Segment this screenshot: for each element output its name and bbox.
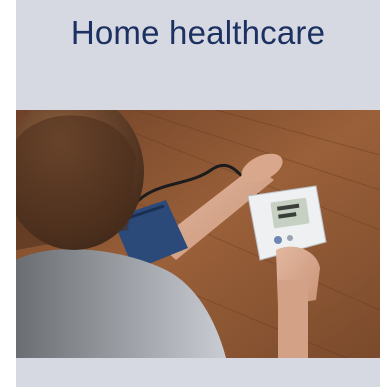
blood-pressure-photo bbox=[16, 110, 380, 358]
home-healthcare-card[interactable]: Home healthcare bbox=[16, 0, 380, 387]
monitor-button bbox=[274, 236, 282, 244]
card-title: Home healthcare bbox=[70, 14, 326, 51]
